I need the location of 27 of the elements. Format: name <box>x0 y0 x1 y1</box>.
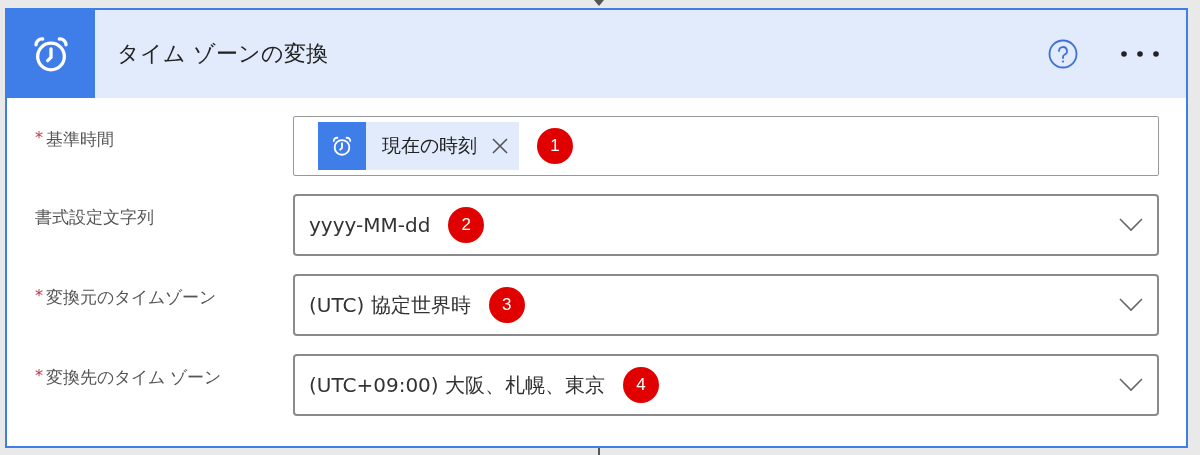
field-label: 書式設定文字列 <box>35 206 154 229</box>
required-mark: * <box>35 366 43 387</box>
chevron-down-icon <box>1119 378 1143 392</box>
connector-arrow-icon <box>594 0 604 6</box>
help-icon[interactable] <box>1048 39 1078 69</box>
alarm-clock-icon <box>31 34 71 74</box>
alarm-clock-icon <box>331 135 353 157</box>
dropdown-field[interactable]: (UTC) 協定世界時 3 <box>293 274 1159 336</box>
close-icon[interactable] <box>491 137 509 155</box>
chevron-down-icon <box>1119 298 1143 312</box>
field-label: 変換先のタイム ゾーン <box>46 366 222 389</box>
field-label: 基準時間 <box>46 128 114 151</box>
number-marker: 1 <box>537 128 573 164</box>
field-label: 変換元のタイムゾーン <box>46 286 216 309</box>
number-marker: 4 <box>623 367 659 403</box>
chevron-down-icon <box>1119 218 1143 232</box>
dropdown-field[interactable]: yyyy-MM-dd 2 <box>293 194 1159 256</box>
card-title: タイム ゾーンの変換 <box>117 40 329 68</box>
token-label: 現在の時刻 <box>382 133 477 158</box>
input-field[interactable]: 現在の時刻 1 <box>293 116 1159 176</box>
number-marker: 2 <box>448 207 485 243</box>
dropdown-field[interactable]: (UTC+09:00) 大阪、札幌、東京 4 <box>293 354 1159 416</box>
token-chip[interactable]: 現在の時刻 <box>318 122 519 170</box>
more-icon[interactable] <box>1120 50 1160 58</box>
number-marker: 3 <box>488 287 525 323</box>
required-mark: * <box>35 128 43 149</box>
required-mark: * <box>35 286 43 307</box>
